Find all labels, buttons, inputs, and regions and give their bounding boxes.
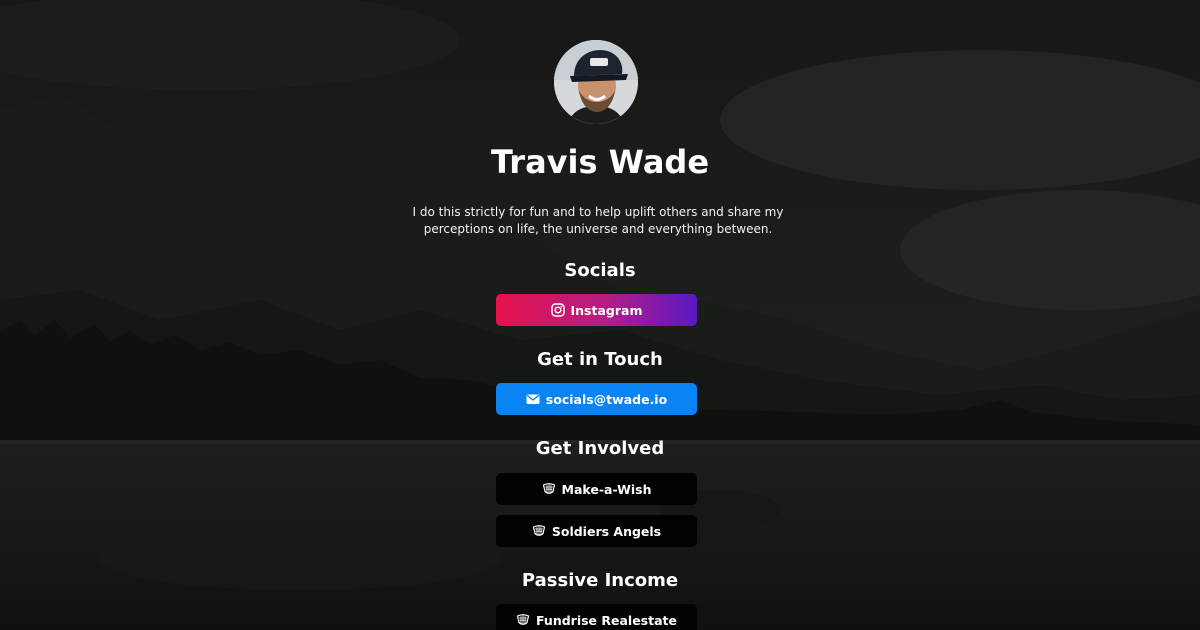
make-a-wish-link-button[interactable]: Make-a-Wish [496,473,697,505]
envelope-icon [526,392,540,406]
badge-icon [516,613,530,627]
soldiers-angels-link-label: Soldiers Angels [551,523,662,539]
instagram-icon [550,303,565,317]
fundrise-link-button[interactable]: Fundrise Realestate [496,604,697,630]
profile-name: Travis Wade [490,143,710,181]
fundrise-link-label: Fundrise Realestate [536,612,677,628]
instagram-link-label: Instagram [570,302,643,318]
email-link-label: socials@twade.io [545,391,668,407]
profile-column: Travis Wade I do this strictly for fun a… [0,0,1200,630]
section-title-passive-income: Passive Income [521,570,679,591]
section-title-contact: Get in Touch [537,349,663,370]
soldiers-angels-link-button[interactable]: Soldiers Angels [496,515,697,547]
email-link-button[interactable]: socials@twade.io [496,383,697,415]
badge-icon [532,524,546,538]
badge-icon [542,482,556,496]
profile-bio: I do this strictly for fun and to help u… [412,205,784,236]
section-title-socials: Socials [564,260,636,281]
make-a-wish-link-label: Make-a-Wish [561,481,652,497]
profile-avatar [554,40,638,124]
instagram-link-button[interactable]: Instagram [496,294,697,326]
section-title-involved: Get Involved [535,438,665,459]
